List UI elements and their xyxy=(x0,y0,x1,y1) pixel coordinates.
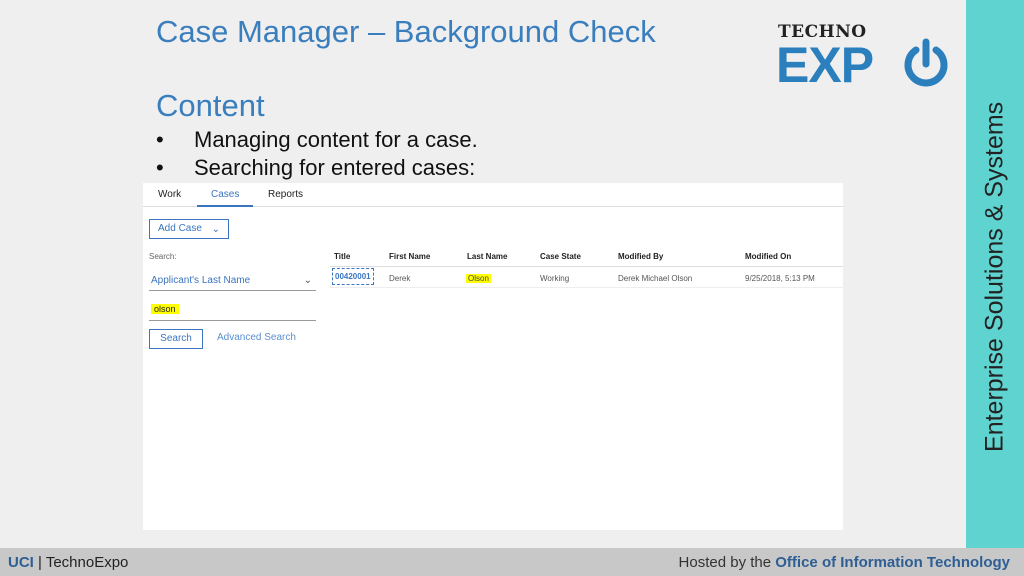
active-tab-indicator xyxy=(197,205,253,207)
bullet-item: • Searching for entered cases: xyxy=(156,154,478,182)
modified-by-cell: Derek Michael Olson xyxy=(618,274,693,283)
bullet-text: Managing content for a case. xyxy=(194,127,478,152)
side-band-text: Enterprise Solutions & Systems xyxy=(980,101,1009,452)
search-field-value: Applicant's Last Name xyxy=(151,275,251,286)
modified-on-cell: 9/25/2018, 5:13 PM xyxy=(745,274,815,283)
search-input-value: olson xyxy=(151,304,179,314)
techno-expo-logo: TECHNO EXP xyxy=(776,18,954,94)
tab-reports[interactable]: Reports xyxy=(268,189,303,200)
search-label: Search: xyxy=(149,252,177,261)
bullet-item: • Managing content for a case. xyxy=(156,126,478,154)
tab-cases[interactable]: Cases xyxy=(211,189,239,200)
footer-bar: UCI | TechnoExpo Hosted by the Office of… xyxy=(0,548,1024,576)
table-row[interactable]: 00420001 Derek Olson Working Derek Micha… xyxy=(330,268,843,288)
column-header[interactable]: Modified By xyxy=(618,252,663,261)
footer-left: UCI | TechnoExpo xyxy=(8,554,128,571)
footer-right: Hosted by the Office of Information Tech… xyxy=(679,554,1010,571)
table-header: Title First Name Last Name Case State Mo… xyxy=(330,245,843,267)
add-case-label: Add Case xyxy=(158,223,202,234)
logo-expo-text: EXP xyxy=(776,37,874,93)
case-title-link[interactable]: 00420001 xyxy=(332,268,374,285)
case-manager-screenshot: Work Cases Reports Add Case ⌄ Search: Ap… xyxy=(143,183,843,530)
advanced-search-link[interactable]: Advanced Search xyxy=(217,332,296,343)
last-name-cell: Olson xyxy=(466,274,491,283)
chevron-down-icon: ⌄ xyxy=(211,224,220,235)
tab-work[interactable]: Work xyxy=(158,189,181,200)
column-header[interactable]: First Name xyxy=(389,252,430,261)
column-header[interactable]: Title xyxy=(334,252,350,261)
add-case-button[interactable]: Add Case ⌄ xyxy=(149,219,229,239)
slide-title: Case Manager – Background Check xyxy=(156,14,656,49)
power-icon xyxy=(904,38,948,87)
side-band: Enterprise Solutions & Systems xyxy=(966,0,1024,548)
technoexpo-label: TechnoExpo xyxy=(45,554,129,571)
column-header[interactable]: Modified On xyxy=(745,252,791,261)
hosted-by-text: Hosted by the xyxy=(678,554,772,571)
section-heading: Content xyxy=(156,88,265,123)
footer-separator: | xyxy=(38,554,42,571)
nav-tabs: Work Cases Reports xyxy=(143,183,843,207)
search-field-select[interactable]: Applicant's Last Name ⌄ xyxy=(149,271,316,291)
column-header[interactable]: Case State xyxy=(540,252,581,261)
chevron-down-icon: ⌄ xyxy=(303,275,312,286)
bullet-dot: • xyxy=(156,155,164,180)
column-header[interactable]: Last Name xyxy=(467,252,507,261)
bullet-list: • Managing content for a case. • Searching… xyxy=(156,126,478,182)
search-button[interactable]: Search xyxy=(149,329,203,349)
first-name-cell: Derek xyxy=(389,274,411,283)
bullet-dot: • xyxy=(156,127,164,152)
case-state-cell: Working xyxy=(540,274,570,283)
uci-label: UCI xyxy=(8,554,34,571)
oit-label: Office of Information Technology xyxy=(775,554,1010,571)
search-input[interactable]: olson xyxy=(149,301,316,321)
bullet-text: Searching for entered cases: xyxy=(194,155,476,180)
